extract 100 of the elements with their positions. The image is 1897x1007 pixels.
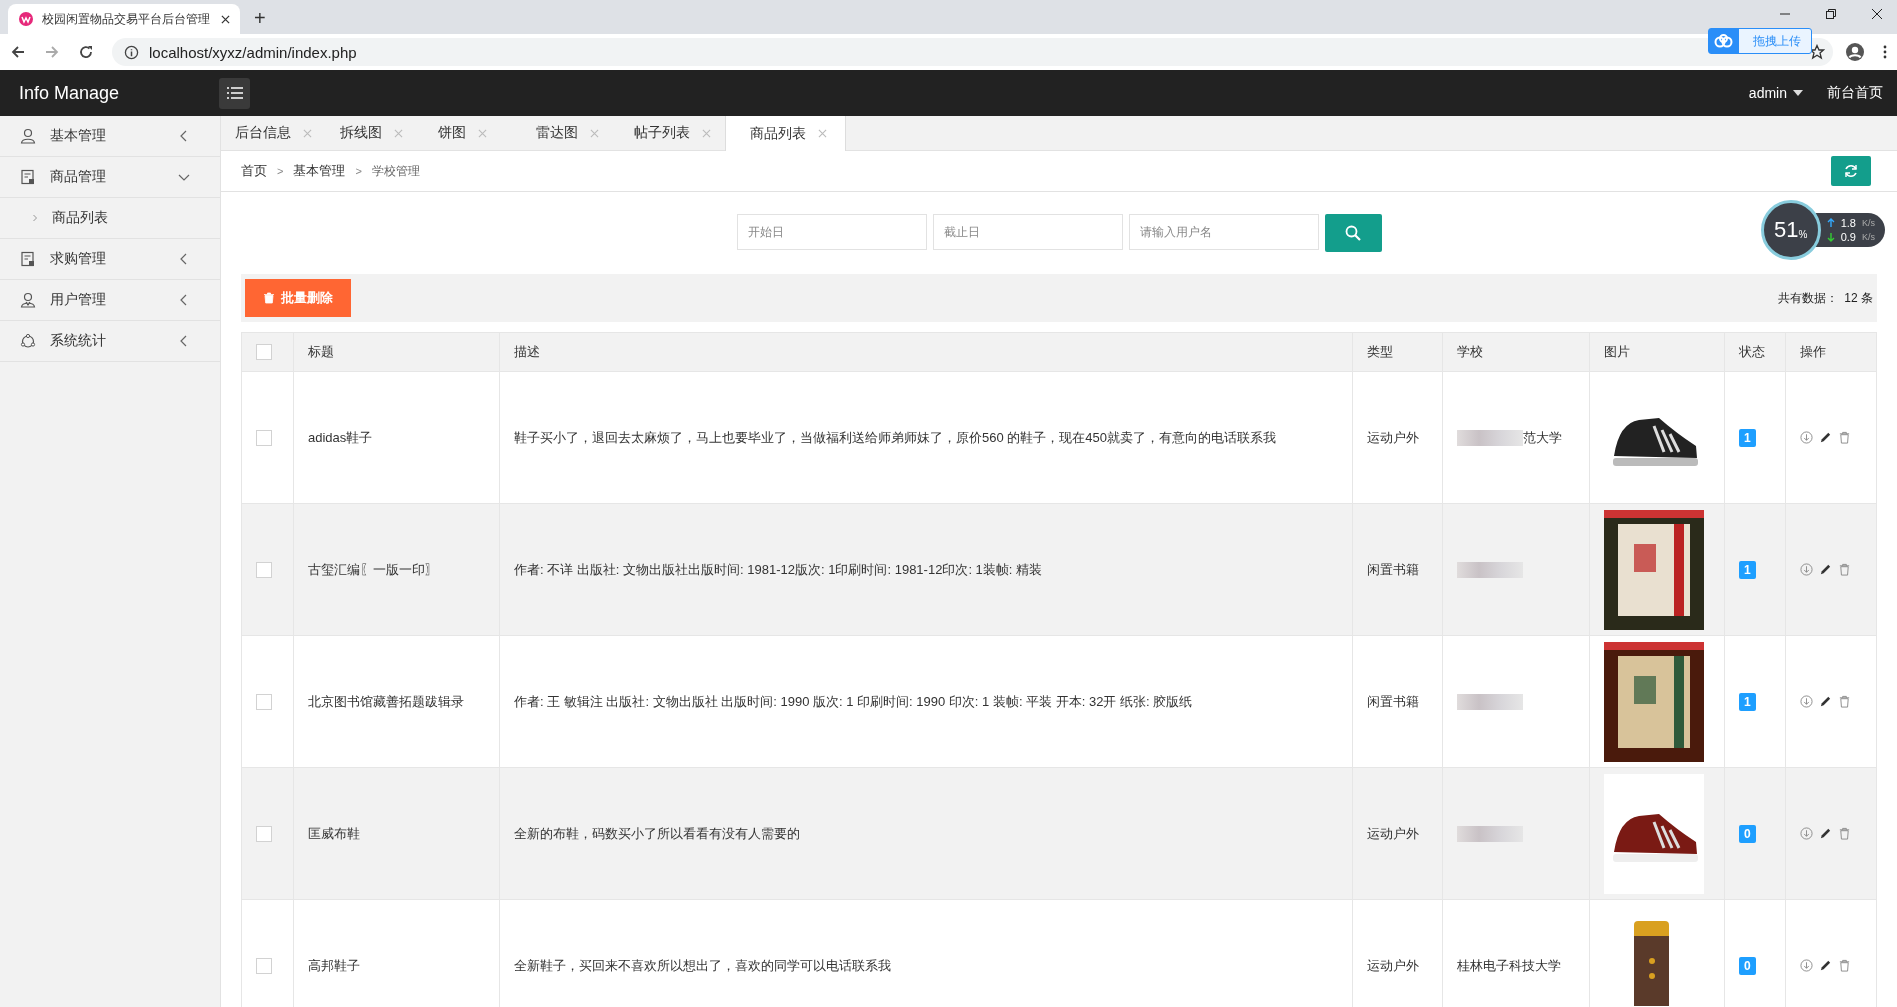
- arrow-down-icon: [1826, 232, 1835, 242]
- menu-item-icon: [20, 333, 36, 349]
- breadcrumb-link[interactable]: 基本管理: [293, 162, 346, 180]
- restore-icon[interactable]: [1825, 8, 1837, 20]
- column-header: 描述: [499, 332, 1353, 372]
- edit-icon[interactable]: [1819, 827, 1832, 840]
- page-tab[interactable]: 商品列表: [725, 116, 846, 151]
- upload-rate: 1.8: [1840, 217, 1856, 229]
- download-icon[interactable]: [1800, 959, 1813, 972]
- breadcrumb-link[interactable]: 首页: [241, 162, 267, 180]
- menu-icon: [226, 87, 243, 99]
- delete-icon[interactable]: [1838, 695, 1851, 708]
- search-icon: [1345, 225, 1361, 241]
- account-icon[interactable]: [1845, 42, 1865, 62]
- usage-dial: 51%: [1760, 200, 1821, 260]
- arrow-up-icon: [1826, 218, 1835, 228]
- menu-item-icon: [20, 251, 36, 267]
- page-tab[interactable]: 雷达图: [522, 116, 620, 150]
- chevron-right-icon: [32, 213, 38, 223]
- page-tab[interactable]: 后台信息: [221, 116, 326, 150]
- status-badge: 1: [1739, 428, 1756, 447]
- caret-icon: [1793, 90, 1803, 96]
- rate-unit: K/s: [1862, 232, 1875, 242]
- table-cell: 全新的布鞋，码数买小了所以看看有没有人需要的: [499, 767, 1353, 900]
- trash-icon: [263, 292, 275, 304]
- edit-icon[interactable]: [1819, 563, 1832, 576]
- sidebar-item[interactable]: 系统统计: [0, 321, 220, 362]
- column-header: 操作: [1785, 332, 1877, 372]
- user-menu[interactable]: admin: [1748, 85, 1787, 101]
- close-icon[interactable]: [221, 14, 230, 24]
- browser-tab[interactable]: 校园闲置物品交易平台后台管理: [8, 4, 240, 34]
- total-count: 12 条: [1844, 289, 1873, 307]
- download-icon[interactable]: [1800, 431, 1813, 444]
- sidebar-subitem[interactable]: 商品列表: [0, 198, 220, 239]
- status-badge: 1: [1739, 692, 1756, 711]
- edit-icon[interactable]: [1819, 959, 1832, 972]
- download-icon[interactable]: [1800, 695, 1813, 708]
- table-cell: 作者: 不详 出版社: 文物出版社出版时间: 1981-12版次: 1印刷时间: 1981-12印次: 1装帧: 精装: [499, 503, 1353, 636]
- menu-item-icon: [20, 292, 36, 308]
- download-icon[interactable]: [1800, 827, 1813, 840]
- breadcrumb-current: 学校管理: [371, 162, 420, 180]
- sidebar-item[interactable]: 基本管理: [0, 116, 220, 157]
- menu-toggle-button[interactable]: [219, 77, 250, 109]
- sidebar-item[interactable]: 用户管理: [0, 280, 220, 321]
- page-tab[interactable]: 拆线图: [326, 116, 424, 150]
- page-tab[interactable]: 饼图: [424, 116, 522, 150]
- delete-icon[interactable]: [1838, 563, 1851, 576]
- refresh-button[interactable]: [1831, 156, 1871, 186]
- rate-unit: K/s: [1862, 218, 1875, 228]
- end-date-field[interactable]: 截止日: [932, 214, 1123, 250]
- star-icon[interactable]: [1809, 44, 1825, 60]
- status-badge: 1: [1739, 560, 1756, 579]
- status-badge: 0: [1739, 824, 1756, 843]
- column-header: 学校: [1442, 332, 1590, 372]
- row-checkbox[interactable]: [256, 429, 272, 446]
- table-cell: 北京图书馆藏善拓题跋辑录: [293, 635, 500, 768]
- reload-icon[interactable]: [78, 44, 94, 60]
- table-cell: 作者: 王 敏辑注 出版社: 文物出版社 出版时间: 1990 版次: 1 印刷时间: 1990 印次: 1 装帧: 平装 开本: 32开 纸张: 胶版纸: [499, 635, 1353, 768]
- school-text: 桂林电子科技大学: [1457, 956, 1561, 975]
- info-icon: [124, 44, 139, 60]
- new-tab-button[interactable]: +: [254, 7, 266, 30]
- refresh-icon: [1843, 163, 1859, 179]
- forward-icon[interactable]: [44, 44, 60, 60]
- table-cell: 闲置书籍: [1352, 503, 1443, 636]
- download-rate: 0.9: [1840, 231, 1856, 243]
- search-button[interactable]: [1324, 214, 1382, 252]
- row-checkbox[interactable]: [256, 561, 272, 578]
- table-cell: 运动户外: [1352, 767, 1443, 900]
- home-link[interactable]: 前台首页: [1827, 84, 1883, 102]
- page-tab[interactable]: 帖子列表: [620, 116, 725, 150]
- close-icon[interactable]: [1871, 8, 1883, 20]
- status-badge: 0: [1739, 956, 1756, 975]
- download-icon[interactable]: [1800, 563, 1813, 576]
- breadcrumb-separator: >: [277, 165, 284, 177]
- sidebar-item[interactable]: 求购管理: [0, 239, 220, 280]
- edit-icon[interactable]: [1819, 695, 1832, 708]
- menu-item-icon: [20, 128, 36, 144]
- school-text: 范大学: [1523, 428, 1562, 447]
- row-checkbox[interactable]: [256, 825, 272, 842]
- row-checkbox[interactable]: [256, 693, 272, 710]
- table-cell: 闲置书籍: [1352, 635, 1443, 768]
- brand-title: Info Manage: [19, 82, 121, 104]
- table-cell: 匡威布鞋: [293, 767, 500, 900]
- back-icon[interactable]: [10, 44, 26, 60]
- delete-icon[interactable]: [1838, 959, 1851, 972]
- table-cell: 古玺汇编〖一版一印〗: [293, 503, 500, 636]
- delete-icon[interactable]: [1838, 827, 1851, 840]
- delete-icon[interactable]: [1838, 431, 1851, 444]
- table-cell: adidas鞋子: [293, 371, 500, 504]
- site-logo-icon: [18, 11, 34, 27]
- username-field[interactable]: 请输入用户名: [1128, 214, 1319, 250]
- edit-icon[interactable]: [1819, 431, 1832, 444]
- row-checkbox[interactable]: [256, 957, 272, 974]
- sidebar-item[interactable]: 商品管理: [0, 157, 220, 198]
- column-header: 图片: [1589, 332, 1725, 372]
- total-label: 共有数据：: [1778, 289, 1839, 307]
- column-header: 标题: [293, 332, 500, 372]
- start-date-field[interactable]: 开始日: [736, 214, 927, 250]
- select-all-checkbox[interactable]: [256, 344, 272, 361]
- menu-icon[interactable]: [1883, 44, 1887, 60]
